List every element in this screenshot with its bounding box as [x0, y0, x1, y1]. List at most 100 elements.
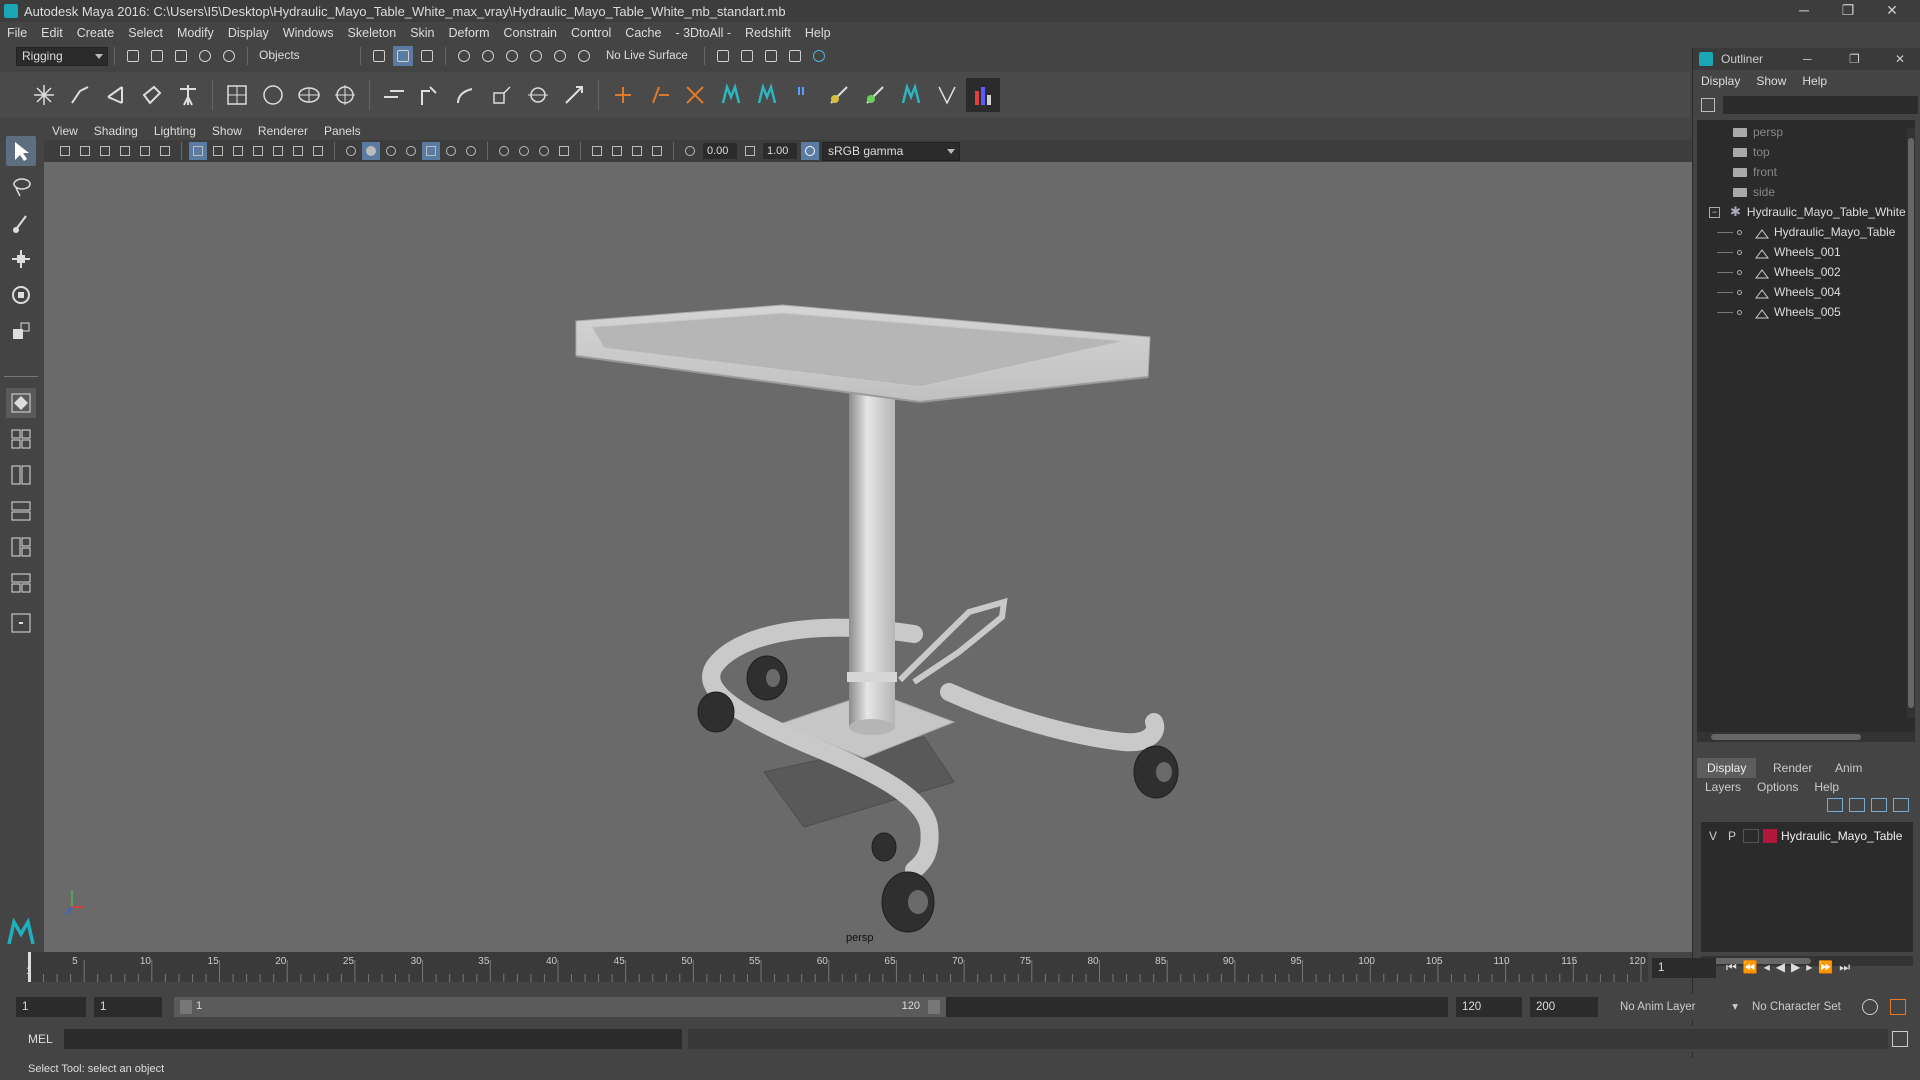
color-bars-icon[interactable]: [966, 78, 1000, 112]
layers-menu-item[interactable]: Help: [1806, 780, 1847, 794]
layout-single-icon[interactable]: [6, 388, 36, 418]
layers-menu-item[interactable]: Options: [1749, 780, 1806, 794]
menu-item[interactable]: Modify: [170, 26, 221, 40]
select-object-icon[interactable]: [393, 46, 413, 66]
save-scene-icon[interactable]: [171, 46, 191, 66]
cluster-icon[interactable]: [328, 78, 362, 112]
lasso-tool-icon[interactable]: [6, 172, 36, 202]
blend-shape-icon[interactable]: [786, 78, 820, 112]
exposure-field[interactable]: 0.00: [703, 143, 737, 159]
mirror-weights-icon[interactable]: [858, 78, 892, 112]
menu-item[interactable]: Display: [221, 26, 276, 40]
ik-fk-icon[interactable]: [930, 78, 964, 112]
perspective-viewport[interactable]: persp: [44, 162, 1694, 952]
collapse-icon[interactable]: −: [1709, 206, 1720, 218]
tab-display[interactable]: Display: [1697, 758, 1757, 778]
open-scene-icon[interactable]: [147, 46, 167, 66]
outliner-mesh-row[interactable]: Wheels_002: [1717, 262, 1841, 282]
viewport-menu-item[interactable]: Show: [204, 124, 250, 138]
layout-stack-icon[interactable]: [6, 496, 36, 526]
hik-source-icon[interactable]: [894, 78, 928, 112]
layer-row[interactable]: V P Hydraulic_Mayo_Table: [1705, 826, 1909, 846]
paint-skin-icon[interactable]: [822, 78, 856, 112]
outliner-mesh-row[interactable]: Wheels_001: [1717, 242, 1841, 262]
safe-title-icon[interactable]: [309, 142, 327, 160]
step-back-frame-icon[interactable]: ◂: [1764, 960, 1770, 975]
step-back-key-icon[interactable]: ⏪: [1743, 960, 1758, 975]
visibility-toggle[interactable]: V: [1705, 826, 1721, 846]
undo-icon[interactable]: [195, 46, 215, 66]
outliner-group-row[interactable]: − ✱ Hydraulic_Mayo_Table_White: [1709, 202, 1906, 222]
outliner-camera-row[interactable]: side: [1733, 182, 1775, 202]
snap-curve-icon[interactable]: [478, 46, 498, 66]
tab-render[interactable]: Render: [1763, 758, 1822, 778]
outliner-menu-item[interactable]: Help: [1794, 74, 1835, 88]
paint-select-icon[interactable]: [6, 208, 36, 238]
menu-item[interactable]: Help: [798, 26, 838, 40]
ik-handle-icon[interactable]: [63, 78, 97, 112]
menu-item[interactable]: Edit: [34, 26, 70, 40]
outliner-camera-row[interactable]: top: [1733, 142, 1770, 162]
menu-item[interactable]: Windows: [276, 26, 341, 40]
wireframe-icon[interactable]: [342, 142, 360, 160]
start-time-field[interactable]: 1: [16, 997, 86, 1017]
outliner-minimize-button[interactable]: ─: [1803, 52, 1812, 66]
outliner-mesh-row[interactable]: Wheels_004: [1717, 282, 1841, 302]
grid-toggle-icon[interactable]: [189, 142, 207, 160]
menu-item[interactable]: Create: [70, 26, 122, 40]
multisample-icon[interactable]: [515, 142, 533, 160]
new-layer-icon[interactable]: [1871, 798, 1887, 812]
menu-item[interactable]: Redshift: [738, 26, 798, 40]
layout-side-icon[interactable]: [6, 460, 36, 490]
snap-magnet-icon[interactable]: [574, 46, 594, 66]
snap-surface-icon[interactable]: [550, 46, 570, 66]
xray-joints-icon[interactable]: [608, 142, 626, 160]
render-view-icon[interactable]: [809, 46, 829, 66]
bind-skin-icon[interactable]: [220, 78, 254, 112]
move-layer-up-icon[interactable]: [1827, 798, 1843, 812]
play-forward-icon[interactable]: ▶: [1791, 960, 1800, 975]
outliner-hscrollbar[interactable]: [1697, 732, 1915, 742]
select-hierarchy-icon[interactable]: [369, 46, 389, 66]
move-layer-down-icon[interactable]: [1849, 798, 1865, 812]
restore-button[interactable]: ❐: [1828, 0, 1868, 22]
menu-item[interactable]: Deform: [442, 26, 497, 40]
two-d-pan-icon[interactable]: [136, 142, 154, 160]
playback-end-field[interactable]: 120: [1456, 997, 1522, 1017]
shelf-tabs-icon[interactable]: [2, 75, 26, 115]
camera-select-icon[interactable]: [56, 142, 74, 160]
script-editor-icon[interactable]: [1892, 1031, 1908, 1047]
viewport-menu-item[interactable]: Shading: [86, 124, 146, 138]
playback-start-field[interactable]: 1: [94, 997, 162, 1017]
image-plane-icon[interactable]: [116, 142, 134, 160]
locator-icon[interactable]: [606, 78, 640, 112]
color-management-icon[interactable]: [801, 142, 819, 160]
pole-vector-icon[interactable]: [557, 78, 591, 112]
outliner-camera-row[interactable]: front: [1733, 162, 1777, 182]
outliner-menu-item[interactable]: Show: [1748, 74, 1794, 88]
resolution-gate-icon[interactable]: [229, 142, 247, 160]
screen-space-ao-icon[interactable]: [462, 142, 480, 160]
grease-pencil-icon[interactable]: [156, 142, 174, 160]
viewport-menu-item[interactable]: Lighting: [146, 124, 204, 138]
gate-mask-icon[interactable]: [249, 142, 267, 160]
field-chart-icon[interactable]: [269, 142, 287, 160]
outliner-camera-row[interactable]: persp: [1733, 122, 1783, 142]
color-space-dropdown[interactable]: sRGB gamma: [822, 141, 960, 161]
rotate-tool-icon[interactable]: [6, 280, 36, 310]
outliner-vscrollbar[interactable]: [1907, 128, 1915, 718]
use-all-lights-icon[interactable]: [422, 142, 440, 160]
cluster-handle-icon[interactable]: [642, 78, 676, 112]
outliner-mesh-row[interactable]: Hydraulic_Mayo_Table: [1717, 222, 1895, 242]
step-forward-frame-icon[interactable]: ▸: [1806, 960, 1812, 975]
new-scene-icon[interactable]: [123, 46, 143, 66]
snap-view-icon[interactable]: [526, 46, 546, 66]
camera-lock-icon[interactable]: [76, 142, 94, 160]
outliner-search-field[interactable]: [1723, 96, 1918, 114]
smooth-shade-icon[interactable]: [362, 142, 380, 160]
hik-character-icon[interactable]: [714, 78, 748, 112]
live-surface-label[interactable]: No Live Surface: [596, 50, 698, 62]
select-tool-icon[interactable]: [6, 136, 36, 166]
scrollbar-thumb[interactable]: [1711, 734, 1861, 740]
layout-outliner-icon[interactable]: [6, 532, 36, 562]
